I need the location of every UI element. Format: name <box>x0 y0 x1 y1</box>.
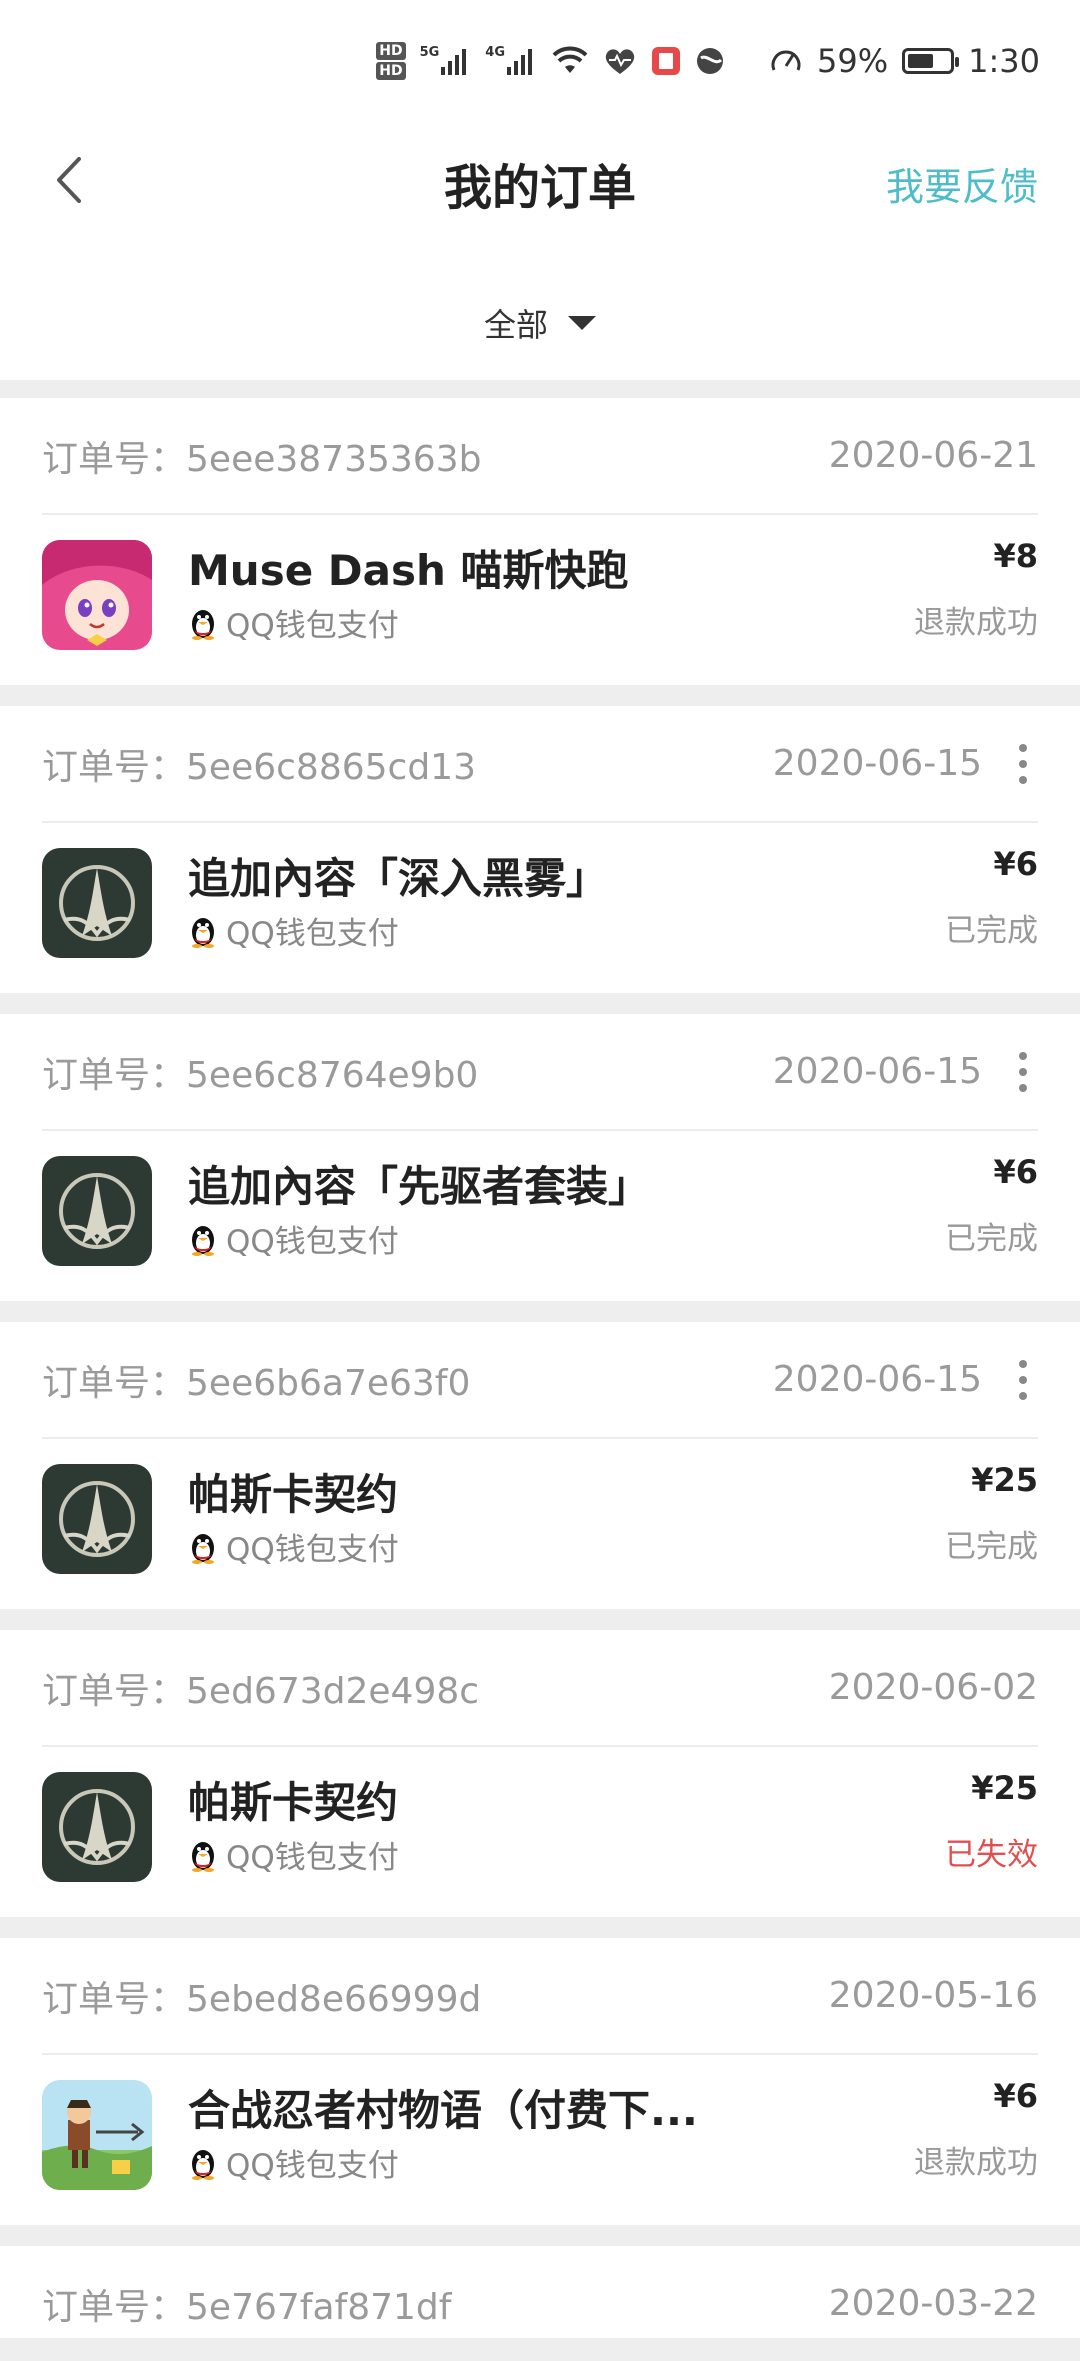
filter-bar: 全部 <box>0 240 1080 380</box>
order-number: 订单号：5ee6b6a7e63f0 <box>42 1362 471 1404</box>
order-date: 2020-06-15 <box>772 743 982 784</box>
order-price: ¥6 <box>993 1153 1038 1191</box>
order-card[interactable]: 订单号：5ed673d2e498c 2020-06-02 帕斯卡契约 QQ钱包支… <box>0 1630 1080 1917</box>
order-status: 已完成 <box>945 1529 1038 1565</box>
order-header: 订单号：5ee6b6a7e63f0 2020-06-15 <box>42 1322 1038 1439</box>
speed-gauge-icon <box>769 46 803 76</box>
product-name: 追加內容「深入黑雾」 <box>188 854 609 903</box>
payment-method: QQ钱包支付 <box>188 600 399 645</box>
wifi-icon <box>551 45 589 77</box>
order-body: 追加內容「深入黑雾」 QQ钱包支付 ¥6 已完成 <box>42 823 1038 993</box>
qq-penguin-icon <box>192 609 214 640</box>
qq-penguin-icon <box>192 1533 214 1564</box>
qq-penguin-icon <box>192 1841 214 1872</box>
order-card[interactable]: 订单号：5ee6b6a7e63f0 2020-06-15 帕斯卡契约 QQ钱包支… <box>0 1322 1080 1609</box>
clock: 1:30 <box>968 42 1040 80</box>
battery-percent: 59% <box>817 42 889 80</box>
order-body: 帕斯卡契约 QQ钱包支付 ¥25 已失效 <box>42 1747 1038 1917</box>
payment-method: QQ钱包支付 <box>188 1216 399 1261</box>
order-number: 订单号：5ed673d2e498c <box>42 1670 480 1712</box>
order-header: 订单号：5eee38735363b 2020-06-21 <box>42 398 1038 515</box>
product-name: 合战忍者村物语（付费下... <box>188 2086 698 2135</box>
pascal-contract-app-icon <box>42 1156 152 1266</box>
order-card[interactable]: 订单号：5eee38735363b 2020-06-21 Muse Dash 喵… <box>0 398 1080 685</box>
more-options-button[interactable] <box>1008 743 1038 784</box>
payment-method: QQ钱包支付 <box>188 1524 399 1569</box>
order-number: 订单号：5ee6c8764e9b0 <box>42 1054 479 1096</box>
hd-sim-icon: HD HD <box>376 42 406 80</box>
order-header: 订单号：5ee6c8865cd13 2020-06-15 <box>42 706 1038 823</box>
order-status: 退款成功 <box>914 2145 1038 2181</box>
order-header: 订单号：5e767faf871df 2020-03-22 <box>42 2246 1038 2361</box>
product-name: Muse Dash 喵斯快跑 <box>188 546 629 595</box>
order-price: ¥6 <box>993 2077 1038 2115</box>
order-price: ¥25 <box>971 1769 1038 1807</box>
product-name: 追加內容「先驱者套装」 <box>188 1162 651 1211</box>
order-card[interactable]: 订单号：5ebed8e66999d 2020-05-16 合战忍者村物语（付费下… <box>0 1938 1080 2225</box>
battery-icon <box>902 48 960 74</box>
payment-method: QQ钱包支付 <box>188 1832 399 1877</box>
order-body: 合战忍者村物语（付费下... QQ钱包支付 ¥6 退款成功 <box>42 2055 1038 2225</box>
order-header: 订单号：5ebed8e66999d 2020-05-16 <box>42 1938 1038 2055</box>
order-price: ¥25 <box>971 1461 1038 1499</box>
order-number: 订单号：5ebed8e66999d <box>42 1978 482 2020</box>
order-date: 2020-06-21 <box>828 435 1038 476</box>
more-options-button[interactable] <box>1008 1359 1038 1400</box>
heart-rate-icon <box>603 46 637 76</box>
status-bar: HD HD 5G 4G 59% 1:30 <box>0 0 1080 120</box>
product-name: 帕斯卡契约 <box>188 1778 399 1827</box>
feedback-link[interactable]: 我要反馈 <box>886 156 1038 211</box>
order-header: 订单号：5ed673d2e498c 2020-06-02 <box>42 1630 1038 1747</box>
status-icons: HD HD 5G 4G 59% 1:30 <box>376 36 1040 86</box>
product-name: 帕斯卡契约 <box>188 1470 399 1519</box>
app-header: 我的订单 我要反馈 <box>0 120 1080 240</box>
signal-4g-icon: 4G <box>485 45 537 77</box>
more-options-button[interactable] <box>1008 1051 1038 1092</box>
qq-penguin-icon <box>192 917 214 948</box>
payment-method: QQ钱包支付 <box>188 908 399 953</box>
order-date: 2020-06-02 <box>828 1667 1038 1708</box>
order-number: 订单号：5eee38735363b <box>42 438 482 480</box>
order-date: 2020-06-15 <box>772 1359 982 1400</box>
qq-penguin-icon <box>192 1225 214 1256</box>
order-status: 已完成 <box>945 1221 1038 1257</box>
dropdown-arrow-icon <box>568 316 596 330</box>
order-number: 订单号：5ee6c8865cd13 <box>42 746 476 788</box>
filter-dropdown[interactable]: 全部 <box>0 300 1080 346</box>
order-body: 帕斯卡契约 QQ钱包支付 ¥25 已完成 <box>42 1439 1038 1609</box>
pascal-contract-app-icon <box>42 848 152 958</box>
qq-penguin-icon <box>192 2149 214 2180</box>
order-status: 退款成功 <box>914 605 1038 641</box>
book-app-icon <box>651 46 681 76</box>
order-card[interactable]: 订单号：5ee6c8865cd13 2020-06-15 追加內容「深入黑雾」 … <box>0 706 1080 993</box>
order-date: 2020-05-16 <box>828 1975 1038 2016</box>
order-date: 2020-06-15 <box>772 1051 982 1092</box>
order-card[interactable]: 订单号：5ee6c8764e9b0 2020-06-15 追加內容「先驱者套装」… <box>0 1014 1080 1301</box>
browser-app-icon <box>695 46 725 76</box>
order-card[interactable]: 订单号：5e767faf871df 2020-03-22 <box>0 2246 1080 2338</box>
order-price: ¥6 <box>993 845 1038 883</box>
order-status: 已失效 <box>945 1837 1038 1873</box>
order-header: 订单号：5ee6c8764e9b0 2020-06-15 <box>42 1014 1038 1131</box>
filter-label: 全部 <box>483 306 548 344</box>
payment-method: QQ钱包支付 <box>188 2140 399 2185</box>
order-number: 订单号：5e767faf871df <box>42 2286 452 2328</box>
ninja-village-app-icon <box>42 2080 152 2190</box>
signal-5g-icon: 5G <box>420 45 472 77</box>
pascal-contract-app-icon <box>42 1464 152 1574</box>
muse-dash-app-icon <box>42 540 152 650</box>
order-status: 已完成 <box>945 913 1038 949</box>
order-body: Muse Dash 喵斯快跑 QQ钱包支付 ¥8 退款成功 <box>42 515 1038 685</box>
order-price: ¥8 <box>993 537 1038 575</box>
order-body: 追加內容「先驱者套装」 QQ钱包支付 ¥6 已完成 <box>42 1131 1038 1301</box>
pascal-contract-app-icon <box>42 1772 152 1882</box>
order-date: 2020-03-22 <box>828 2283 1038 2324</box>
